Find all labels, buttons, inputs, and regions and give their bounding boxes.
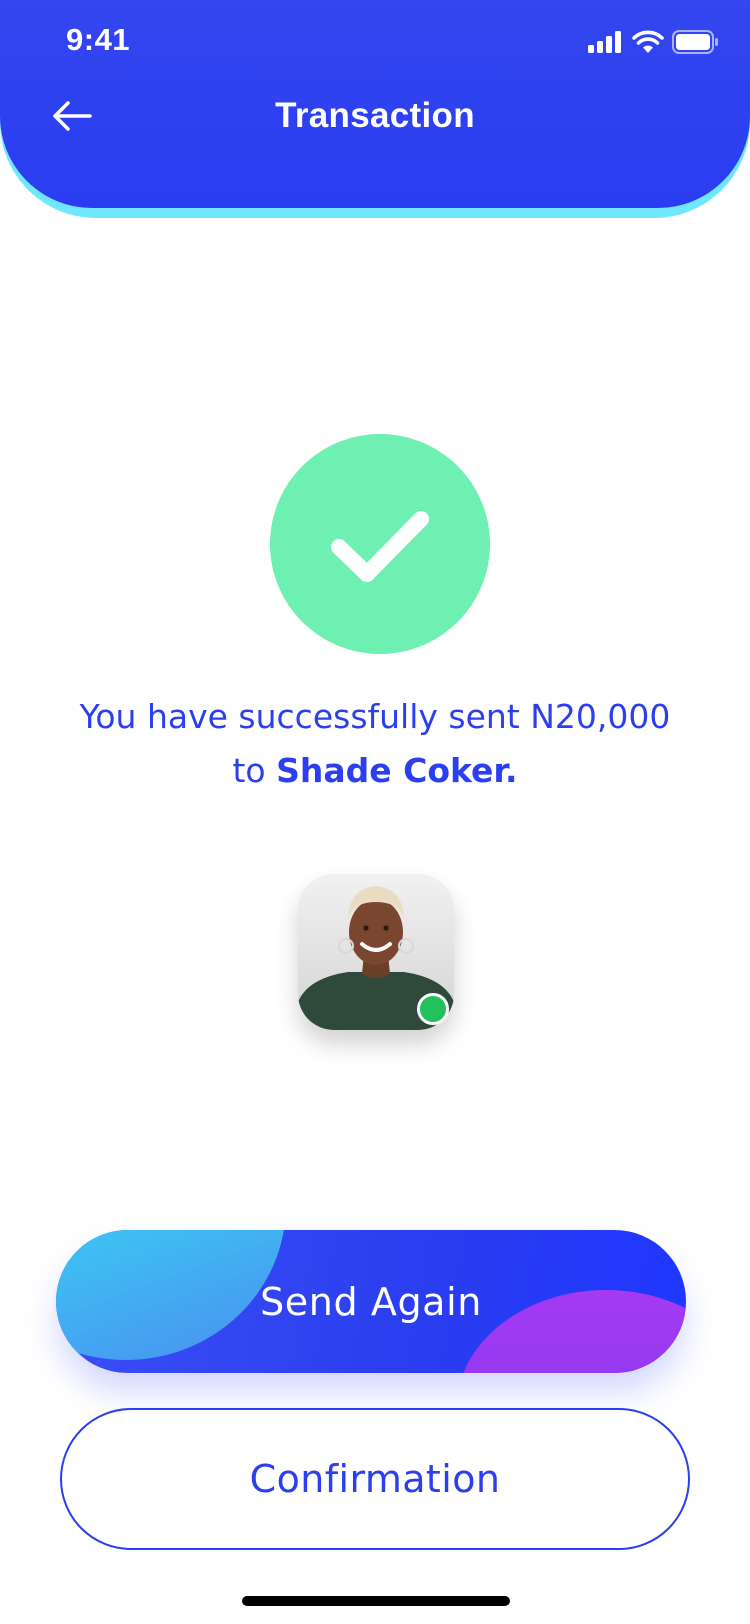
status-bar-icons	[588, 30, 718, 58]
home-indicator[interactable]	[242, 1596, 510, 1606]
wifi-icon	[632, 30, 664, 58]
success-badge	[270, 434, 490, 654]
success-message: You have successfully sent N20,000 to Sh…	[75, 690, 675, 798]
online-status-indicator	[417, 993, 449, 1025]
app-header: 9:41 Transaction	[0, 0, 750, 208]
page-title: Transaction	[275, 96, 475, 135]
status-bar-time: 9:41	[66, 22, 131, 57]
cellular-signal-icon	[588, 31, 624, 57]
recipient-name: Shade Coker.	[276, 751, 518, 790]
send-again-label: Send Again	[260, 1279, 482, 1324]
send-again-button[interactable]: Send Again	[56, 1230, 686, 1373]
confirmation-button[interactable]: Confirmation	[60, 1408, 690, 1550]
checkmark-icon	[325, 497, 435, 591]
battery-icon	[672, 30, 718, 58]
